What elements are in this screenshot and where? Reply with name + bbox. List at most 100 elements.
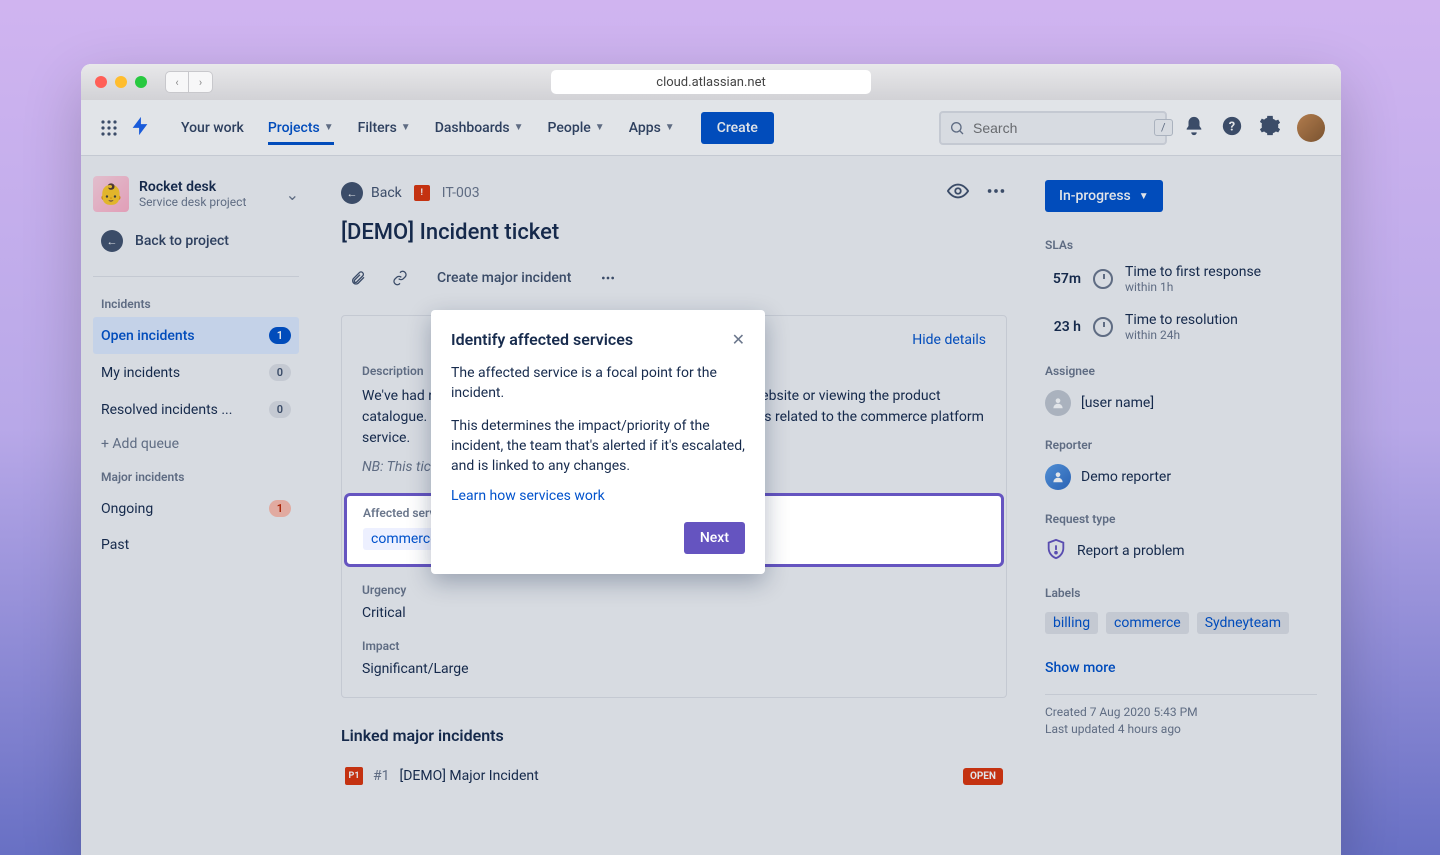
linked-key: #1 [373, 768, 390, 784]
project-avatar-icon: 👶 [93, 176, 129, 212]
more-icon[interactable] [591, 263, 625, 293]
incident-type-icon: ! [414, 185, 430, 201]
url-bar[interactable]: cloud.atlassian.net [551, 70, 871, 94]
close-icon[interactable]: ✕ [732, 330, 745, 349]
project-header[interactable]: 👶 Rocket desk Service desk project ⌄ [93, 176, 299, 212]
nav-people[interactable]: People▼ [538, 112, 615, 144]
nav-filters[interactable]: Filters▼ [348, 112, 421, 144]
status-dropdown[interactable]: In-progress ▼ [1045, 180, 1163, 212]
onboarding-popover: Identify affected services ✕ The affecte… [431, 310, 765, 574]
label-pill[interactable]: commerce [1106, 612, 1189, 634]
major-past[interactable]: Past [93, 527, 299, 563]
chevron-down-icon: ▼ [1139, 191, 1149, 202]
major-incidents-heading: Major incidents [93, 464, 299, 490]
queue-resolved-incidents[interactable]: Resolved incidents ... 0 [93, 391, 299, 428]
impact-label: Impact [362, 639, 986, 653]
label-pill[interactable]: billing [1045, 612, 1098, 634]
major-ongoing[interactable]: Ongoing 1 [93, 490, 299, 527]
top-nav: Your work Projects▼ Filters▼ Dashboards▼… [81, 100, 1341, 156]
search-shortcut: / [1154, 119, 1173, 136]
label-pill[interactable]: Sydneyteam [1197, 612, 1289, 634]
hide-details-link[interactable]: Hide details [912, 332, 986, 348]
person-avatar-icon [1045, 464, 1071, 490]
queue-my-incidents[interactable]: My incidents 0 [93, 354, 299, 391]
chevron-down-icon: ▼ [665, 122, 675, 133]
browser-chrome: ‹ › cloud.atlassian.net [81, 64, 1341, 100]
issue-back-button[interactable]: ← Back [341, 182, 402, 204]
nav-dashboards[interactable]: Dashboards▼ [425, 112, 534, 144]
sidebar: 👶 Rocket desk Service desk project ⌄ ← B… [81, 156, 311, 855]
linked-title: [DEMO] Major Incident [400, 768, 539, 784]
request-type-row[interactable]: Report a problem [1045, 538, 1317, 564]
browser-back[interactable]: ‹ [165, 71, 189, 93]
app-switcher-icon[interactable] [97, 116, 121, 140]
back-to-project[interactable]: ← Back to project [93, 220, 299, 262]
nav-apps[interactable]: Apps▼ [619, 112, 685, 144]
link-button[interactable] [383, 263, 417, 293]
popover-title: Identify affected services [451, 330, 633, 349]
reporter-row[interactable]: Demo reporter [1045, 464, 1317, 490]
nav-your-work[interactable]: Your work [171, 112, 254, 144]
browser-forward[interactable]: › [189, 71, 213, 93]
clock-icon [1093, 269, 1113, 289]
sla-row: 57m Time to first response within 1h [1045, 264, 1317, 294]
queue-count: 0 [269, 401, 291, 418]
arrow-left-icon: ← [101, 230, 123, 252]
sla-row: 23 h Time to resolution within 24h [1045, 312, 1317, 342]
create-button[interactable]: Create [701, 112, 774, 144]
project-name: Rocket desk [139, 179, 246, 195]
jira-logo-icon[interactable] [129, 115, 151, 141]
watch-icon[interactable] [947, 180, 969, 206]
link-icon [392, 270, 408, 286]
slas-heading: SLAs [1045, 238, 1317, 252]
issue-key[interactable]: IT-003 [442, 185, 480, 201]
help-icon[interactable]: ? [1221, 115, 1243, 141]
chevron-down-icon: ▼ [595, 122, 605, 133]
sla-sub: within 1h [1125, 280, 1261, 294]
queue-open-incidents[interactable]: Open incidents 1 [93, 317, 299, 354]
clock-icon [1093, 317, 1113, 337]
learn-more-link[interactable]: Learn how services work [451, 488, 745, 504]
request-type-heading: Request type [1045, 512, 1317, 526]
next-button[interactable]: Next [684, 522, 745, 554]
sla-time: 57m [1045, 271, 1081, 287]
reporter-heading: Reporter [1045, 438, 1317, 452]
add-queue-button[interactable]: + Add queue [93, 428, 299, 460]
more-actions-icon[interactable] [985, 180, 1007, 206]
browser-window: ‹ › cloud.atlassian.net Your work Projec… [81, 64, 1341, 855]
window-minimize[interactable] [115, 76, 127, 88]
issue-title[interactable]: [DEMO] Incident ticket [341, 220, 1007, 245]
sla-sub: within 24h [1125, 328, 1238, 342]
urgency-value: Critical [362, 605, 986, 621]
assignee-row[interactable]: [user name] [1045, 390, 1317, 416]
person-avatar-icon [1045, 390, 1071, 416]
shield-icon [1045, 538, 1067, 564]
popover-paragraph: The affected service is a focal point fo… [451, 363, 745, 404]
urgency-label: Urgency [362, 583, 986, 597]
settings-icon[interactable] [1259, 115, 1281, 141]
queue-count: 1 [269, 327, 291, 344]
notifications-icon[interactable] [1183, 115, 1205, 141]
attachment-icon [350, 270, 366, 286]
search-input[interactable] [973, 120, 1154, 136]
assignee-heading: Assignee [1045, 364, 1317, 378]
chevron-down-icon: ▼ [401, 122, 411, 133]
status-badge: OPEN [963, 768, 1003, 785]
create-major-incident-button[interactable]: Create major incident [425, 263, 583, 293]
sla-label: Time to resolution [1125, 312, 1238, 328]
chevron-down-icon: ▼ [514, 122, 524, 133]
attach-button[interactable] [341, 263, 375, 293]
linked-incident-row[interactable]: P1 #1 [DEMO] Major Incident OPEN [341, 759, 1007, 793]
window-maximize[interactable] [135, 76, 147, 88]
nav-projects[interactable]: Projects▼ [258, 112, 344, 144]
user-avatar[interactable] [1297, 114, 1325, 142]
labels-heading: Labels [1045, 586, 1317, 600]
chevron-down-icon: ▼ [324, 122, 334, 133]
show-more-link[interactable]: Show more [1045, 660, 1317, 676]
created-text: Created 7 Aug 2020 5:43 PM [1045, 705, 1317, 719]
chevron-down-icon[interactable]: ⌄ [286, 185, 299, 204]
global-search[interactable]: / [939, 111, 1167, 145]
project-type: Service desk project [139, 195, 246, 209]
window-close[interactable] [95, 76, 107, 88]
queue-count: 0 [269, 364, 291, 381]
